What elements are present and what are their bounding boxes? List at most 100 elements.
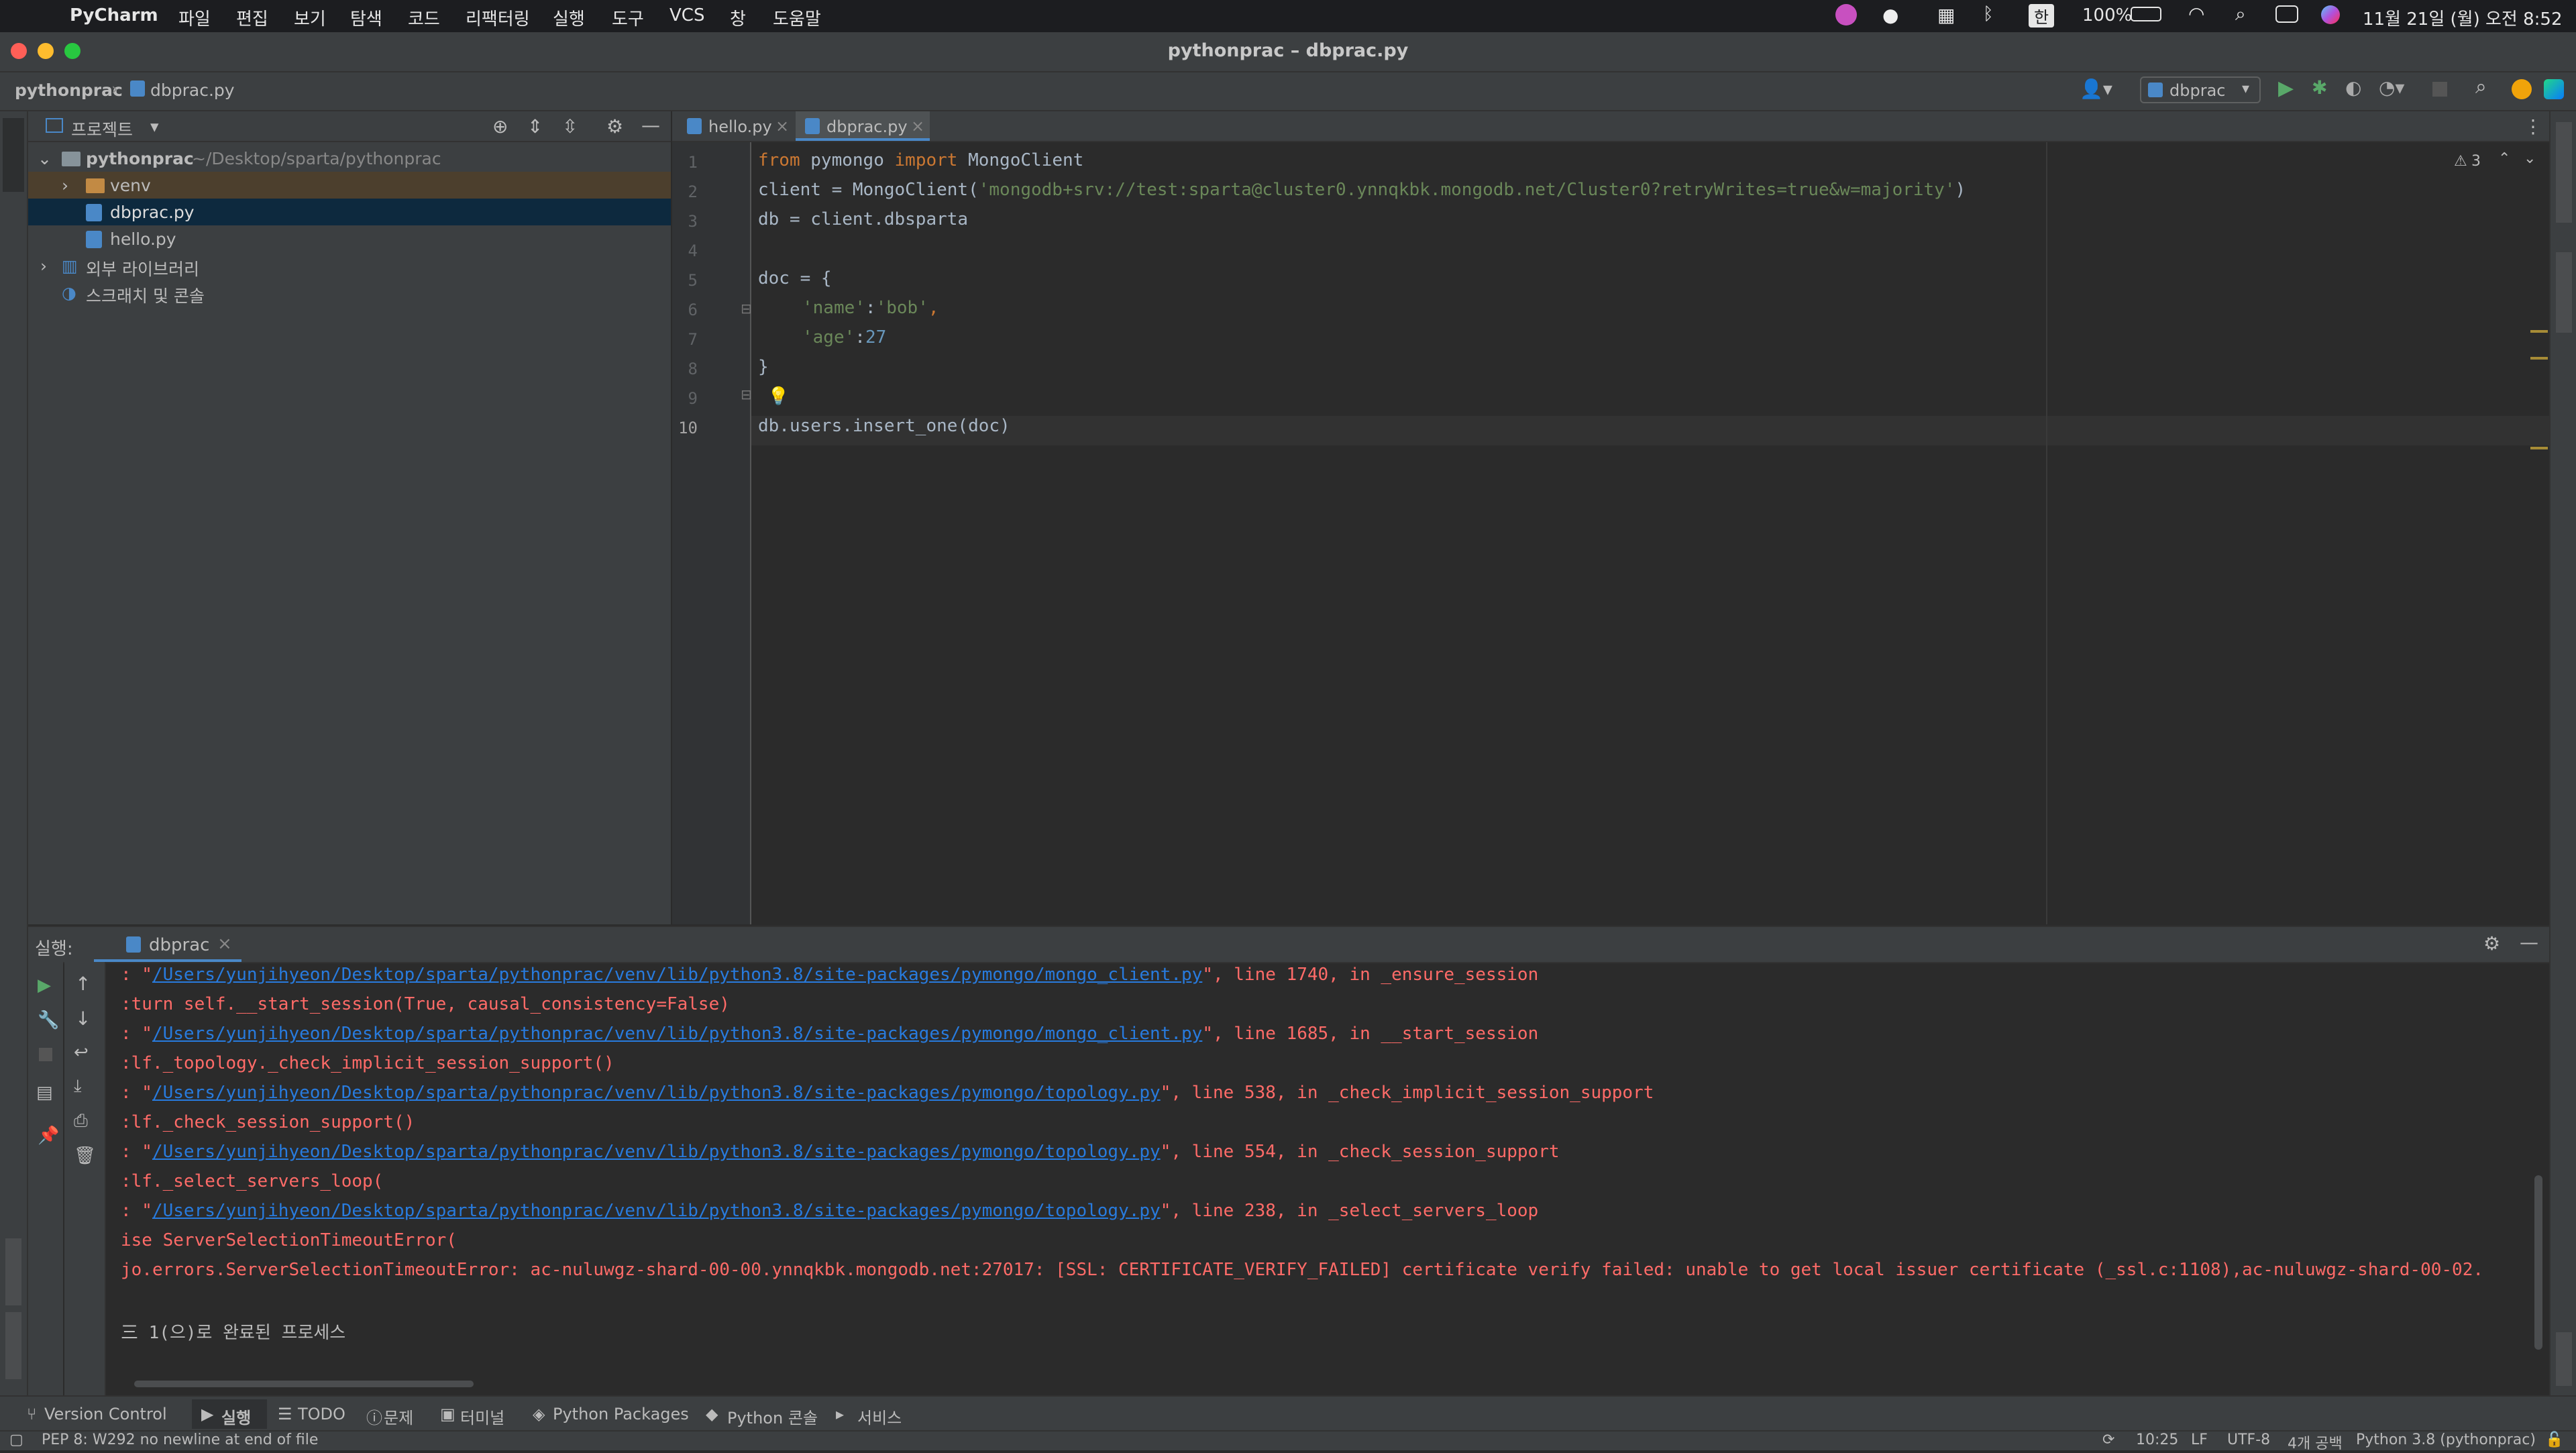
tree-item-dbprac[interactable]: dbprac.py [28,199,671,225]
wifi-icon[interactable]: ◠ [2188,3,2204,25]
menu-help[interactable]: 도움말 [773,5,821,30]
search-everywhere-icon[interactable]: ⌕ [2475,75,2487,99]
locate-file-icon[interactable]: ⊕ [492,115,508,138]
menu-app-name[interactable]: PyCharm [70,5,158,25]
fold-icon[interactable]: ⊟ [741,301,752,317]
previous-highlight-icon[interactable]: ⌃ [2498,150,2510,167]
warning-icon[interactable]: ⚠ [2454,153,2467,170]
more-tabs-icon[interactable]: ⋮ [2524,115,2542,138]
sciview-tool-button[interactable] [2556,252,2572,333]
menu-navigate[interactable]: 탐색 [350,5,382,30]
tool-python-console[interactable]: Python 콘솔 [727,1405,818,1428]
jetbrains-toolbox-icon[interactable] [2544,79,2564,99]
tool-problems[interactable]: 문제 [384,1405,413,1428]
pin-icon[interactable]: 📌 [38,1126,59,1146]
tab-dbprac[interactable]: dbprac.py × [796,111,930,141]
console-file-link[interactable]: /Users/yunjihyeon/Desktop/sparta/pythonp… [152,1201,1161,1221]
gear-icon[interactable]: ⚙ [2483,932,2500,955]
sync-icon[interactable]: ⟳ [2102,1432,2114,1448]
close-tab-icon[interactable]: × [775,117,789,136]
run-icon[interactable]: ▶ [2278,76,2294,100]
up-arrow-icon[interactable]: ↑ [75,973,91,995]
notifications-tool-button[interactable] [2556,1332,2572,1386]
menu-edit[interactable]: 편집 [236,5,268,30]
vertical-scrollbar[interactable] [2534,1175,2542,1350]
menu-vcs[interactable]: VCS [669,5,704,25]
lightbulb-icon[interactable]: 💡 [767,386,789,407]
grid-app-icon[interactable]: ▦ [1937,4,1955,26]
breadcrumb-file[interactable]: dbprac.py [150,80,235,100]
menu-run[interactable]: 실행 [553,5,585,30]
down-arrow-icon[interactable]: ↓ [75,1008,91,1030]
code-line-8[interactable]: } [758,357,769,377]
status-message[interactable]: PEP 8: W292 no newline at end of file [42,1432,318,1448]
expand-all-icon[interactable]: ⇕ [527,115,543,138]
update-icon[interactable] [2512,79,2532,99]
trash-icon[interactable]: 🗑 [74,1146,96,1166]
code-line-1[interactable]: from pymongo import MongoClient [758,150,1083,170]
code-line-5[interactable]: doc = { [758,268,832,288]
close-tab-icon[interactable]: × [911,117,924,136]
coverage-icon[interactable]: ◐ [2345,76,2361,99]
user-account-icon[interactable]: 👤▾ [2080,78,2112,100]
console-file-link[interactable]: /Users/yunjihyeon/Desktop/sparta/pythonp… [152,1083,1161,1103]
lock-icon[interactable]: 🔓 [2545,1432,2563,1448]
console-file-link[interactable]: /Users/yunjihyeon/Desktop/sparta/pythonp… [152,965,1202,985]
indent-setting[interactable]: 4개 공백 [2288,1432,2343,1453]
input-source-badge[interactable]: 한 [2029,4,2055,28]
gear-icon[interactable]: ⚙ [606,115,623,138]
project-panel-title[interactable]: 프로젝트 [71,117,133,141]
menubar-clock[interactable]: 11월 21일 (월) 오전 8:52 [2363,5,2563,30]
status-toggle-icon[interactable]: ▢ [9,1432,23,1448]
menu-window[interactable]: 창 [730,5,746,30]
siri-icon[interactable] [2321,5,2340,24]
code-line-6[interactable]: 'name':'bob', [802,298,939,318]
menu-refactor[interactable]: 리팩터링 [466,5,530,30]
stop-icon[interactable] [39,1048,52,1061]
code-line-7[interactable]: 'age':27 [802,327,886,347]
bookmarks-tool-button[interactable] [5,1312,21,1379]
breadcrumb-project[interactable]: pythonprac [15,80,123,100]
wrench-icon[interactable]: 🔧 [38,1010,59,1030]
tool-services[interactable]: 서비스 [857,1405,902,1428]
console-file-link[interactable]: /Users/yunjihyeon/Desktop/sparta/pythonp… [152,1024,1202,1044]
console-file-link[interactable]: /Users/yunjihyeon/Desktop/sparta/pythonp… [152,1142,1161,1162]
menu-code[interactable]: 코드 [408,5,440,30]
print-icon[interactable]: ⎙ [74,1111,88,1132]
file-encoding[interactable]: UTF-8 [2227,1432,2270,1448]
debug-icon[interactable]: ✱ [2312,76,2327,99]
tool-python-packages[interactable]: Python Packages [553,1405,689,1423]
hide-panel-icon[interactable]: — [2520,931,2538,953]
tab-hello[interactable]: hello.py × [678,111,792,141]
warning-stripe[interactable] [2530,357,2548,360]
control-center-icon[interactable] [2275,5,2298,23]
chevron-down-icon[interactable]: ▾ [150,117,159,136]
tool-run[interactable]: 실행 [221,1405,251,1428]
soft-wrap-icon[interactable]: ↩ [74,1042,89,1063]
line-separator[interactable]: LF [2191,1432,2208,1448]
tree-item-hello[interactable]: hello.py [28,225,671,252]
menu-file[interactable]: 파일 [178,5,211,30]
tool-version-control[interactable]: Version Control [44,1405,167,1423]
tool-terminal[interactable]: 터미널 [460,1405,504,1428]
stop-icon[interactable] [2432,82,2447,97]
project-tool-button[interactable] [3,118,24,192]
tree-item-project-root[interactable]: ⌄ pythonprac ~/Desktop/sparta/pythonprac [28,145,671,172]
warning-count[interactable]: 3 [2471,153,2481,170]
rerun-icon[interactable]: ▶ [38,975,51,995]
menu-view[interactable]: 보기 [294,5,326,30]
horizontal-scrollbar[interactable] [134,1381,474,1387]
hide-panel-icon[interactable]: — [641,114,660,136]
caret-position[interactable]: 10:25 [2136,1432,2178,1448]
structure-tool-button[interactable] [5,1238,21,1305]
fold-icon[interactable]: ⊟ [741,386,752,402]
menu-tools[interactable]: 도구 [612,5,644,30]
python-interpreter[interactable]: Python 3.8 (pythonprac) [2356,1432,2536,1448]
battery-icon[interactable] [2131,7,2161,21]
warning-stripe[interactable] [2530,330,2548,333]
run-tab-dbprac[interactable]: dbprac × [94,927,241,962]
database-tool-button[interactable] [2556,122,2572,223]
profile-icon[interactable]: ◔▾ [2379,76,2405,99]
bluetooth-icon[interactable]: ᛒ [1983,4,1994,24]
spotlight-search-icon[interactable]: ⌕ [2235,3,2246,25]
